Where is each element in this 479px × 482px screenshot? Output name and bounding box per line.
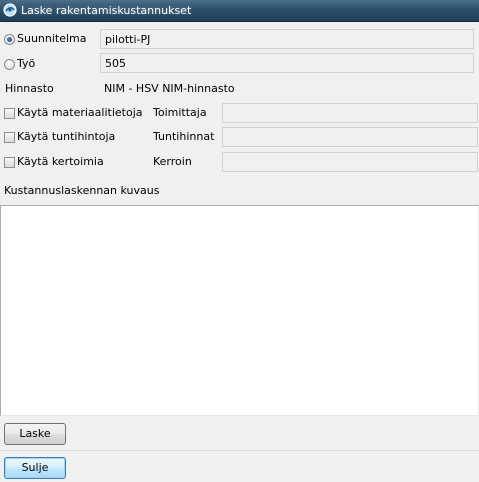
kuvaus-textarea[interactable] (0, 205, 479, 416)
divider (0, 450, 479, 451)
radio-selected-dot (7, 37, 12, 42)
kerroin-field[interactable] (222, 152, 478, 172)
laske-button[interactable]: Laske (4, 423, 66, 445)
kertoimet-label[interactable]: Käytä kertoimia (17, 155, 104, 168)
window-title: Laske rakentamiskustannukset (21, 4, 192, 17)
kuvaus-label: Kustannuslaskennan kuvaus (4, 184, 160, 197)
tyo-label[interactable]: Työ (17, 57, 35, 70)
kerroin-label: Kerroin (153, 155, 192, 168)
tuntihinnat-checkbox[interactable] (4, 132, 15, 143)
toimittaja-field[interactable] (222, 103, 478, 123)
app-icon (2, 2, 18, 18)
materiaalitiedot-checkbox[interactable] (4, 108, 15, 119)
kertoimet-checkbox[interactable] (4, 157, 15, 168)
title-bar: Laske rakentamiskustannukset (0, 0, 479, 22)
hinnasto-value: NIM - HSV NIM-hinnasto (104, 82, 235, 95)
suunnitelma-field[interactable]: pilotti-PJ (100, 29, 474, 49)
tyo-field[interactable]: 505 (100, 53, 474, 73)
materiaalitiedot-label[interactable]: Käytä materiaalitietoja (17, 106, 143, 119)
sulje-button[interactable]: Sulje (4, 457, 66, 479)
tuntihinnat-label: Tuntihinnat (153, 130, 215, 143)
tuntihinnat-checkbox-label[interactable]: Käytä tuntihintoja (17, 130, 115, 143)
toimittaja-label: Toimittaja (153, 106, 207, 119)
suunnitelma-radio[interactable] (4, 34, 15, 45)
tyo-radio[interactable] (4, 59, 15, 70)
suunnitelma-label[interactable]: Suunnitelma (17, 32, 87, 45)
tuntihinnat-field[interactable] (222, 127, 478, 147)
hinnasto-label: Hinnasto (5, 82, 54, 95)
